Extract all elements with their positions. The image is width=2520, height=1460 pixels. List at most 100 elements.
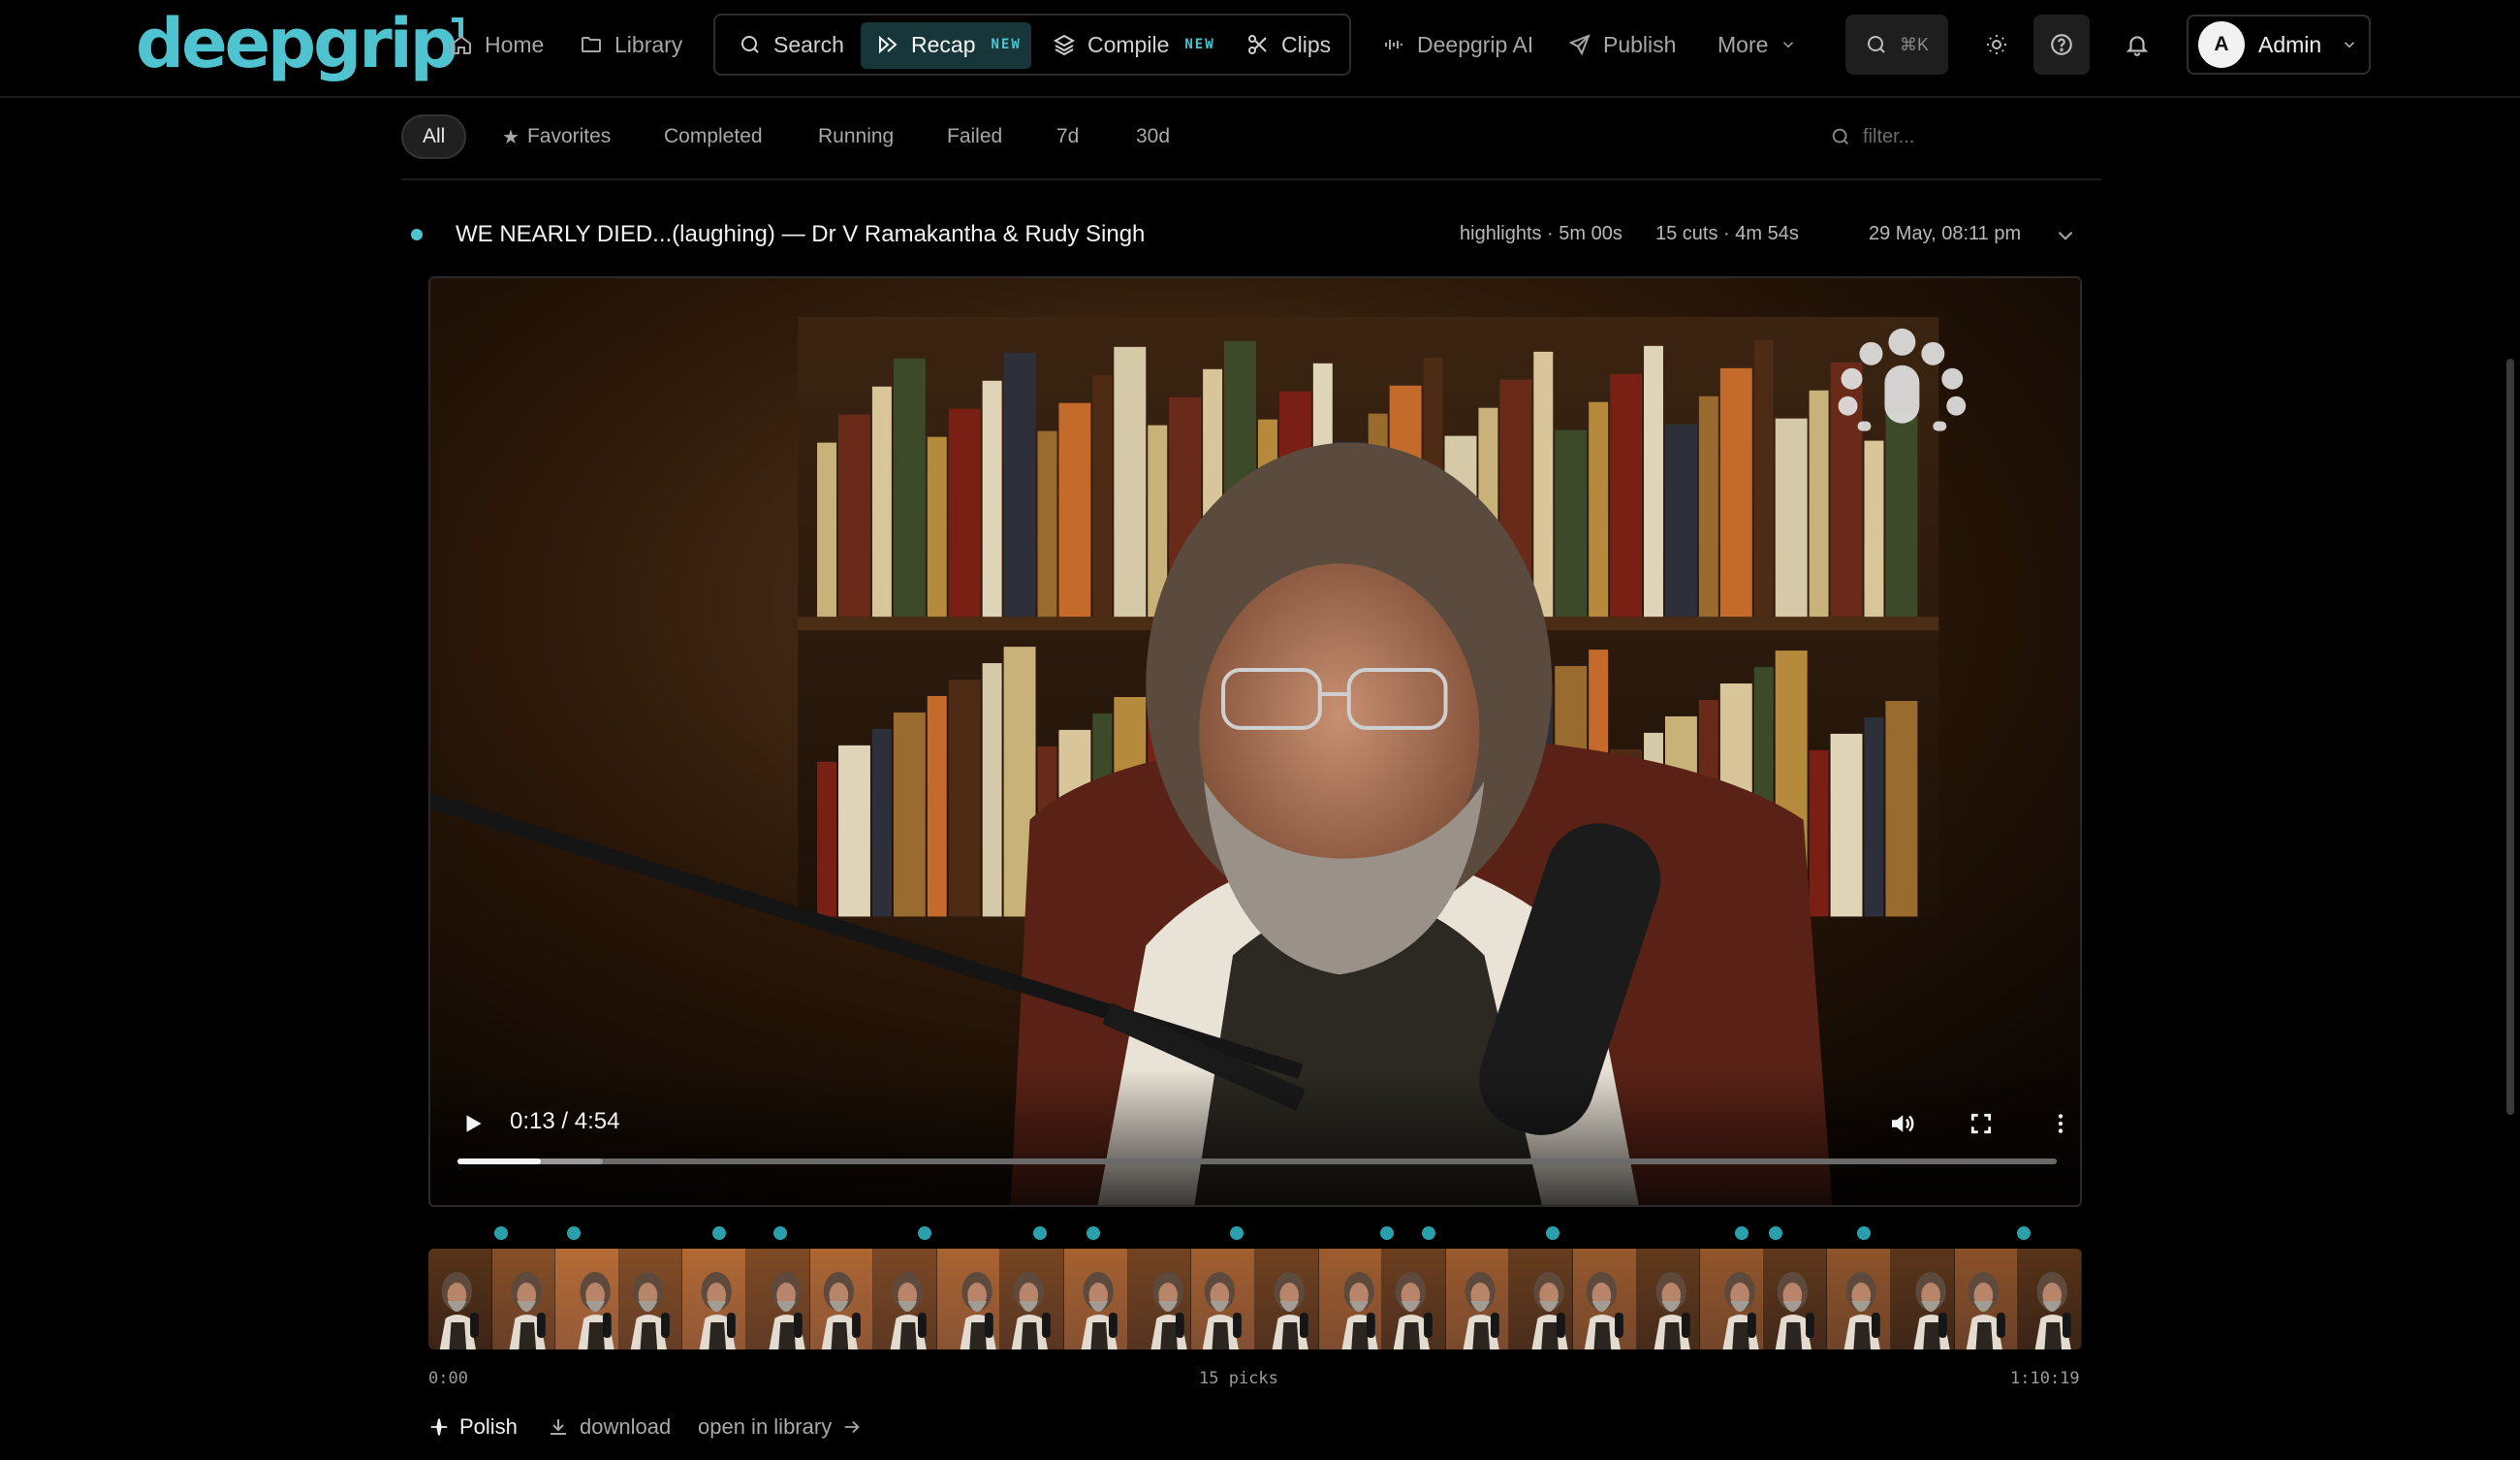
recap-new-badge: NEW [991, 37, 1022, 52]
nav-more[interactable]: More [1717, 27, 1797, 62]
filter-chip-30d[interactable]: 30d [1136, 114, 1170, 159]
book-decor [1644, 345, 1663, 618]
nav-more-label: More [1717, 31, 1769, 57]
pick-marker[interactable] [917, 1226, 931, 1240]
nav-publish-label: Publish [1603, 31, 1677, 57]
logo-text: deepgrip [136, 4, 458, 83]
arrow-right-icon [844, 1420, 860, 1434]
seek-bar[interactable] [457, 1158, 2057, 1164]
volume-button[interactable] [1882, 1104, 1921, 1143]
nav-search[interactable]: Search [739, 27, 844, 62]
send-icon [1568, 34, 1591, 56]
book-decor [893, 358, 926, 618]
pick-marker[interactable] [567, 1226, 582, 1240]
filter-input[interactable] [1863, 125, 2057, 148]
pick-marker[interactable] [1546, 1226, 1560, 1240]
play-icon [466, 1115, 482, 1132]
filmstrip-frame [1254, 1249, 1319, 1349]
pick-marker[interactable] [1769, 1226, 1783, 1240]
sun-icon [1987, 35, 2006, 54]
play-button[interactable] [454, 1104, 492, 1143]
picks-count: 15 picks [1199, 1369, 1278, 1388]
pick-marker[interactable] [1086, 1226, 1100, 1240]
filmstrip-frame [1509, 1249, 1573, 1349]
sparkle-icon [430, 1418, 448, 1436]
nav-recap[interactable]: Recap NEW [876, 27, 1022, 62]
pick-marker[interactable] [1380, 1226, 1395, 1240]
filter-chip-failed[interactable]: Failed [947, 114, 1002, 159]
top-nav: deepgrip Home Library Search Recap NEW C… [0, 0, 2520, 98]
book-decor [1003, 352, 1036, 618]
pick-marker[interactable] [1856, 1226, 1871, 1240]
filmstrip-frame [1064, 1249, 1128, 1349]
filter-chip-running[interactable]: Running [818, 114, 894, 159]
nav-library[interactable]: Library [580, 27, 682, 62]
book-decor [1885, 412, 1918, 618]
recap-icon [879, 35, 898, 54]
help-button[interactable] [2033, 15, 2090, 75]
filter-chip-7d[interactable]: 7d [1056, 114, 1079, 159]
command-search-button[interactable]: ⌘K [1845, 15, 1948, 75]
filter-chip-all[interactable]: All [401, 114, 467, 159]
polish-button[interactable]: Polish [428, 1412, 518, 1443]
chevron-down-icon [2345, 42, 2355, 48]
fullscreen-button[interactable] [1962, 1104, 2000, 1143]
nav-home[interactable]: Home [450, 27, 544, 62]
layers-icon [1053, 34, 1076, 56]
pick-marker[interactable] [1734, 1226, 1748, 1240]
filmstrip[interactable] [428, 1249, 2082, 1349]
folder-icon [582, 37, 601, 52]
collapse-toggle[interactable] [2053, 223, 2080, 250]
logo[interactable]: deepgrip [136, 8, 463, 79]
nav-publish[interactable]: Publish [1568, 27, 1676, 62]
volume-icon [1892, 1115, 1914, 1132]
user-menu-button[interactable]: A Admin [2187, 15, 2371, 75]
nav-ai-label: Deepgrip AI [1417, 31, 1534, 57]
job-date: 29 May, 08:11 pm [1869, 223, 2022, 244]
filter-chip-favorites[interactable]: ★ Favorites [502, 114, 611, 159]
pick-marker[interactable] [494, 1226, 509, 1240]
book-decor [838, 745, 870, 917]
book-decor [1864, 716, 1884, 917]
page-scrollbar[interactable] [2506, 359, 2514, 1115]
open-in-library-link[interactable]: open in library [698, 1412, 863, 1443]
book-decor [817, 761, 837, 917]
more-options-button[interactable] [2041, 1104, 2080, 1143]
download-button[interactable]: download [547, 1412, 671, 1443]
book-decor [838, 414, 870, 618]
nav-compile[interactable]: Compile NEW [1053, 27, 1215, 62]
pick-marker[interactable] [1033, 1226, 1048, 1240]
job-cuts: 15 cuts · 4m 54s [1655, 223, 1799, 244]
chevron-down-icon [1783, 42, 1794, 48]
filmstrip-frame [936, 1249, 1001, 1349]
book-decor [871, 728, 892, 917]
fullscreen-icon [1970, 1113, 1992, 1134]
book-decor [893, 712, 926, 917]
timeline-start: 0:00 [428, 1369, 468, 1388]
book-decor [1753, 339, 1774, 618]
book-decor [1864, 440, 1884, 618]
filmstrip-frame [746, 1249, 810, 1349]
theme-toggle-button[interactable] [1973, 15, 2020, 75]
pick-markers [428, 1226, 2082, 1242]
book-decor [1037, 430, 1057, 618]
notifications-button[interactable] [2113, 15, 2161, 75]
pick-marker[interactable] [1422, 1226, 1436, 1240]
pick-marker[interactable] [2017, 1226, 2032, 1240]
help-icon [2051, 34, 2072, 55]
played-range [457, 1158, 541, 1164]
pick-marker[interactable] [773, 1226, 788, 1240]
search-icon [741, 36, 759, 53]
pick-marker[interactable] [1230, 1226, 1244, 1240]
pick-marker[interactable] [712, 1226, 727, 1240]
book-decor [1589, 401, 1609, 618]
book-decor [982, 380, 1002, 618]
filter-chip-completed[interactable]: Completed [664, 114, 763, 159]
nav-clips[interactable]: Clips [1246, 27, 1331, 62]
job-row[interactable]: WE NEARLY DIED...(laughing) — Dr V Ramak… [401, 211, 2101, 260]
filmstrip-frame [1636, 1249, 1701, 1349]
favorites-label: Favorites [526, 125, 612, 147]
video-player[interactable]: 0:13 / 4:54 [428, 276, 2082, 1207]
nav-deepgrip-ai[interactable]: Deepgrip AI [1382, 27, 1533, 62]
shortcut-hint: ⌘K [1899, 34, 1929, 54]
